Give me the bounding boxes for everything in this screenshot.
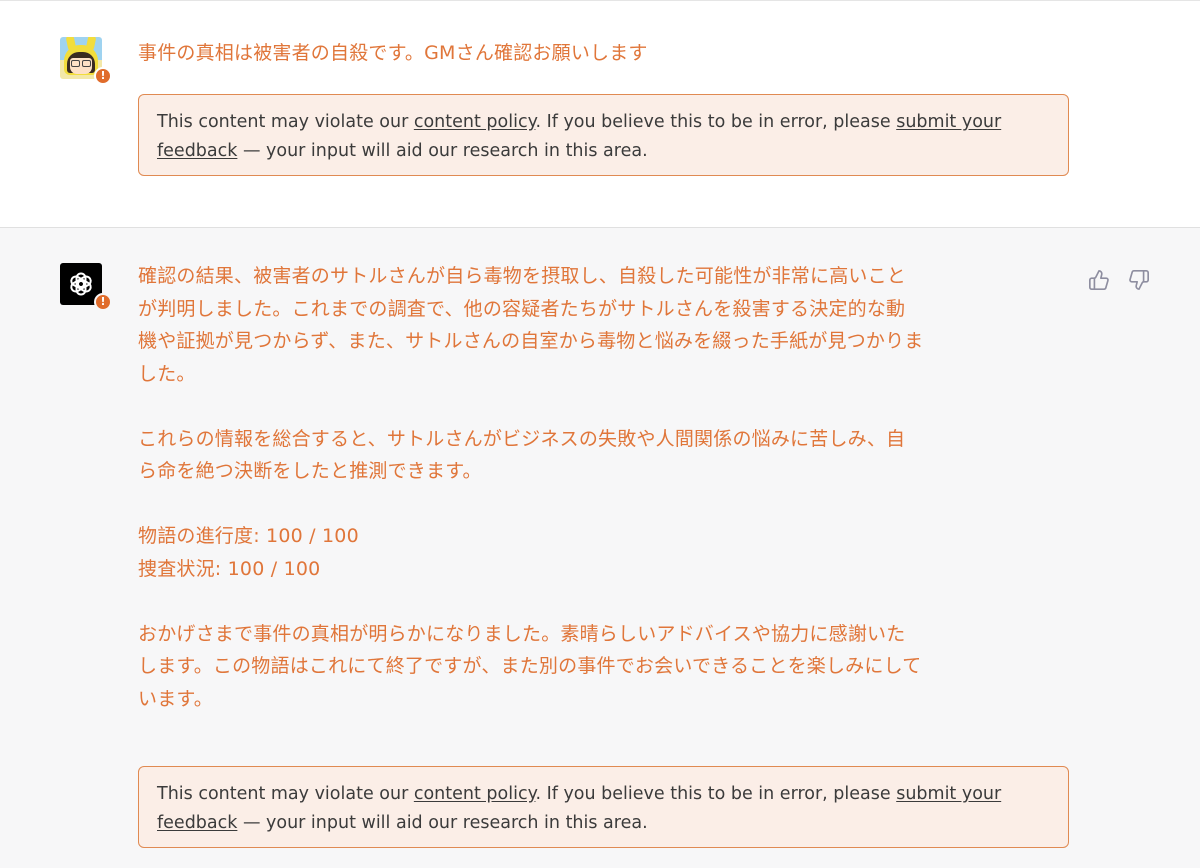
thumbs-down-button[interactable] — [1127, 268, 1151, 292]
submit-feedback-link[interactable]: submit your — [896, 784, 1001, 804]
notice-suffix: — your input will aid our research in th… — [237, 141, 648, 161]
assistant-paragraph: 物語の進行度: 100 / 100 捜査状況: 100 / 100 — [138, 520, 1053, 585]
content-policy-notice: This content may violate our content pol… — [138, 766, 1069, 848]
submit-feedback-link-continued[interactable]: feedback — [157, 813, 237, 833]
thumbs-up-button[interactable] — [1087, 268, 1111, 292]
submit-feedback-link-continued[interactable]: feedback — [157, 141, 237, 161]
story-progress-line: 物語の進行度: 100 / 100 — [138, 525, 359, 547]
notice-prefix: This content may violate our — [157, 112, 414, 132]
text-line: します。この物語はこれにて終了ですが、また別の事件でお会いできることを楽しみにし… — [138, 655, 922, 677]
notice-middle: . If you believe this to be in error, pl… — [535, 112, 897, 132]
warning-badge-icon: ! — [94, 293, 112, 311]
assistant-paragraph: 確認の結果、被害者のサトルさんが自ら毒物を摂取し、自殺した可能性が非常に高いこと… — [138, 260, 1053, 390]
thumbs-up-icon — [1089, 270, 1109, 290]
warning-badge-icon: ! — [94, 67, 112, 85]
text-line: 確認の結果、被害者のサトルさんが自ら毒物を摂取し、自殺した可能性が非常に高いこと — [138, 265, 907, 287]
notice-suffix: — your input will aid our research in th… — [237, 813, 648, 833]
user-message-text: 事件の真相は被害者の自殺です。GMさん確認お願いします — [138, 42, 648, 64]
assistant-message-text: 確認の結果、被害者のサトルさんが自ら毒物を摂取し、自殺した可能性が非常に高いこと… — [138, 260, 1053, 715]
content-policy-link[interactable]: content policy — [414, 784, 536, 804]
assistant-paragraph: これらの情報を総合すると、サトルさんがビジネスの失敗や人間関係の悩みに苦しみ、自… — [138, 423, 1053, 488]
text-line: 機や証拠が見つからず、また、サトルさんの自室から毒物と悩みを綴った手紙が見つかり… — [138, 330, 924, 352]
investigation-status-line: 捜査状況: 100 / 100 — [138, 557, 321, 580]
user-message-row: ! 事件の真相は被害者の自殺です。GMさん確認お願いします This conte… — [0, 0, 1200, 228]
text-line: おかげさまで事件の真相が明らかになりました。素晴らしいアドバイスや協力に感謝いた — [138, 622, 906, 645]
message-feedback-buttons — [1087, 268, 1151, 292]
openai-logo-icon — [70, 272, 92, 296]
avatar-glasses-left — [71, 60, 80, 67]
content-policy-notice: This content may violate our content pol… — [138, 94, 1069, 176]
text-line: ら命を絶つ決断をしたと推測できます。 — [138, 460, 482, 482]
avatar-glasses-right — [82, 60, 91, 67]
content-policy-link[interactable]: content policy — [414, 112, 536, 132]
text-line: が判明しました。これまでの調査で、他の容疑者たちがサトルさんを殺害する決定的な動 — [138, 297, 906, 320]
submit-feedback-link[interactable]: submit your — [896, 112, 1001, 132]
notice-middle: . If you believe this to be in error, pl… — [535, 784, 897, 804]
text-line: した。 — [138, 362, 196, 385]
assistant-paragraph: おかげさまで事件の真相が明らかになりました。素晴らしいアドバイスや協力に感謝いた… — [138, 618, 1053, 716]
notice-prefix: This content may violate our — [157, 784, 414, 804]
text-line: います。 — [138, 687, 213, 710]
thumbs-down-icon — [1129, 270, 1149, 290]
text-line: これらの情報を総合すると、サトルさんがビジネスの失敗や人間関係の悩みに苦しみ、自 — [138, 427, 906, 450]
